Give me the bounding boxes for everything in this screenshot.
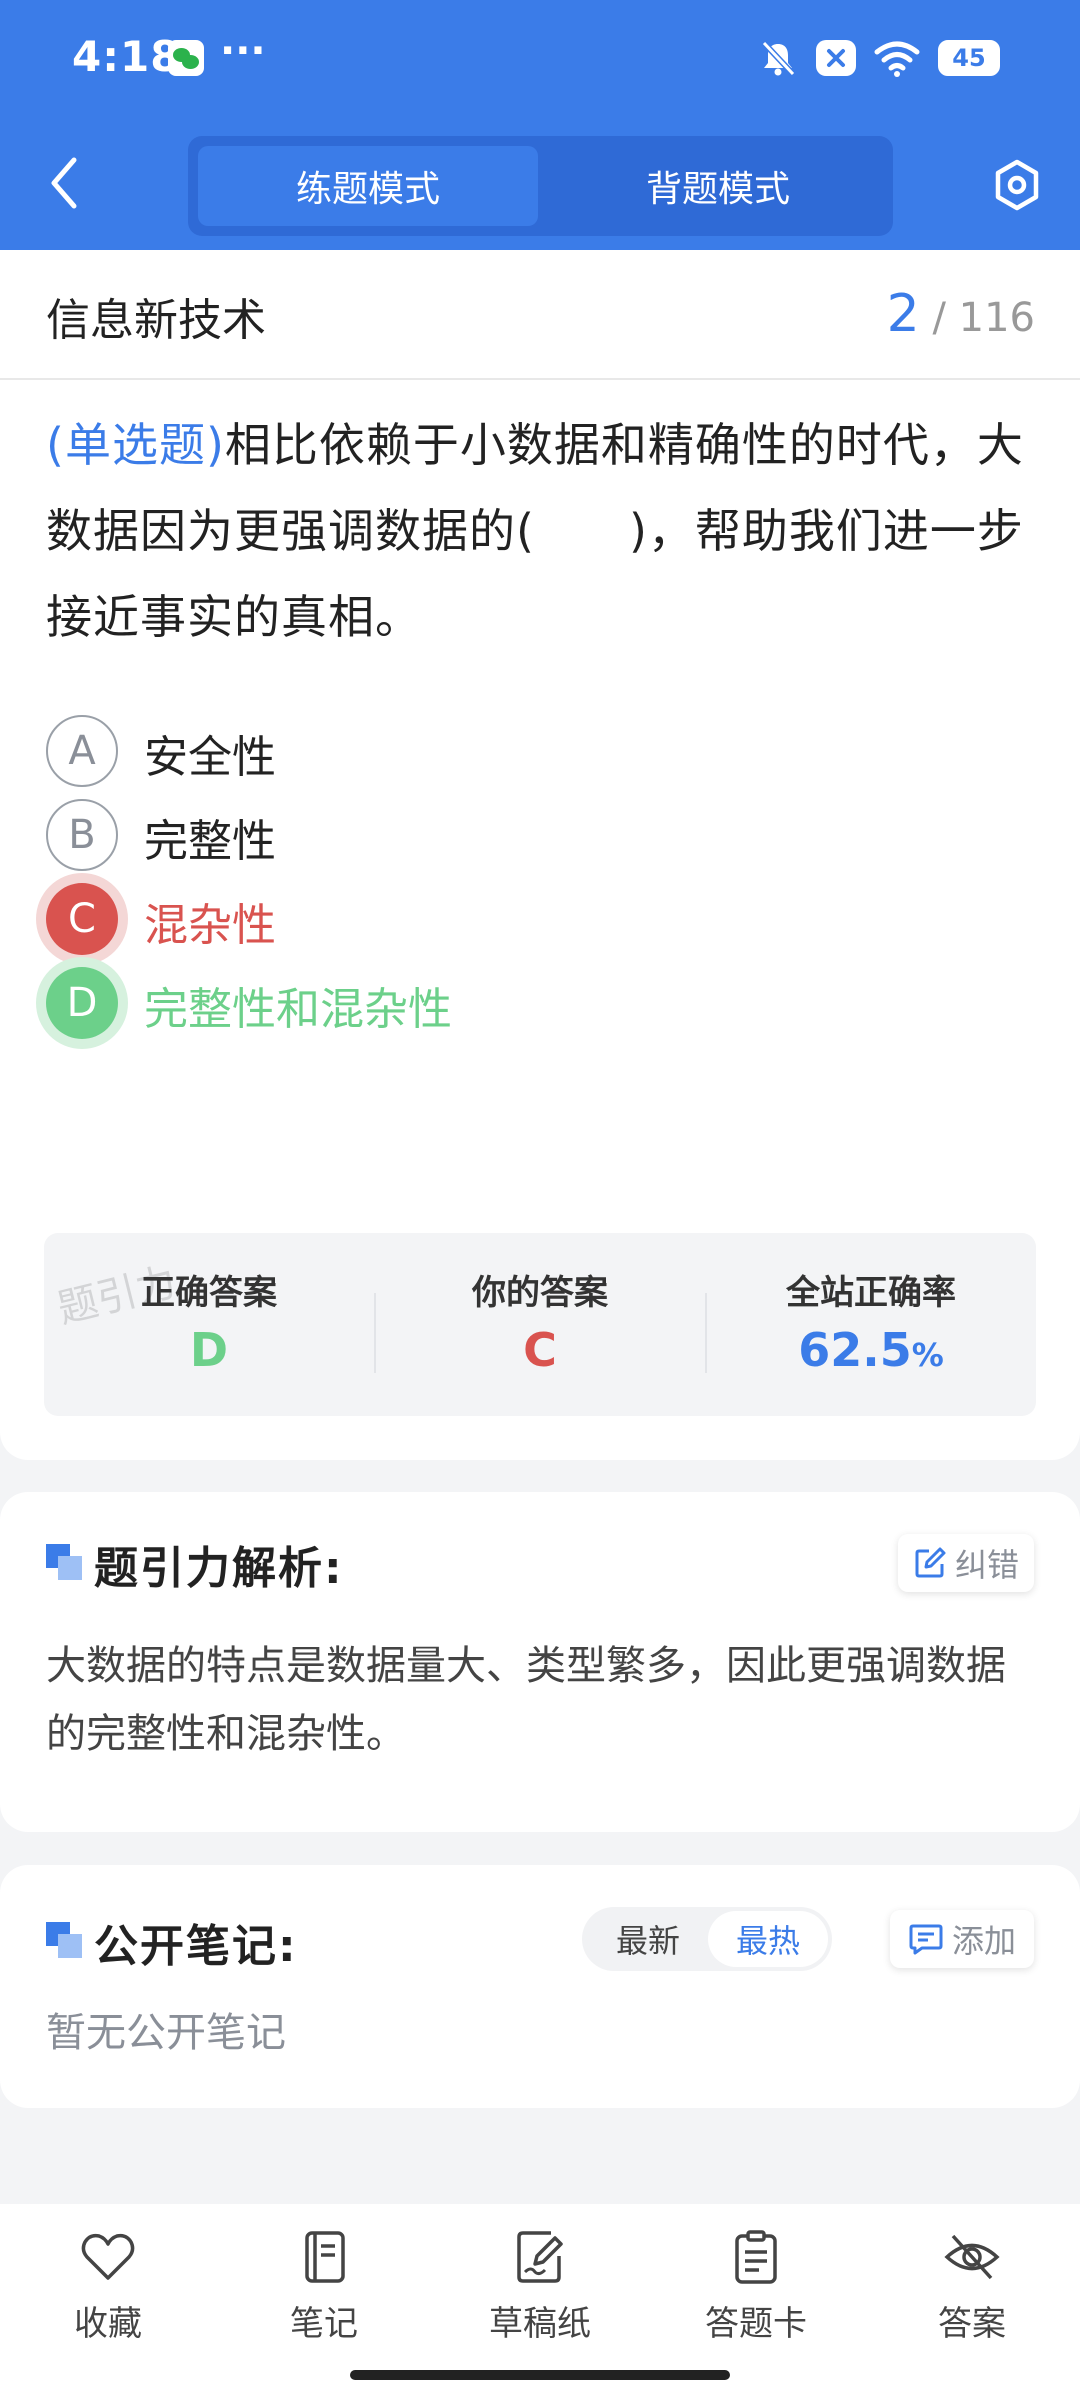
eye-off-icon [944, 2234, 1000, 2280]
battery-level: 45 [952, 44, 986, 72]
accuracy-unit: % [911, 1336, 944, 1374]
tab-scratch-paper[interactable]: 草稿纸 [470, 2228, 610, 2358]
back-button[interactable] [40, 150, 90, 216]
mode-switch: 练题模式 背题模式 [188, 136, 893, 236]
your-answer-stat: 你的答案 C [375, 1233, 705, 1416]
option-letter: B [46, 799, 118, 871]
accuracy-label: 全站正确率 [786, 1273, 956, 1313]
analysis-title: 题引力解析: [94, 1543, 344, 1594]
option-text: 安全性 [144, 732, 276, 783]
correct-answer-stat: 正确答案 D [44, 1233, 374, 1416]
section-icon [46, 1922, 82, 1958]
section-icon [46, 1544, 82, 1580]
accuracy-value: 62.5% [706, 1323, 1036, 1377]
question-card: 信息新技术 2 / 116 (单选题)相比依赖于小数据和精确性的时代，大数据因为… [0, 250, 1080, 1460]
tab-answer[interactable]: 答案 [902, 2228, 1042, 2358]
comment-icon [909, 1924, 943, 1955]
question-text: (单选题)相比依赖于小数据和精确性的时代，大数据因为更强调数据的( )，帮助我们… [46, 402, 1036, 660]
report-error-button[interactable]: 纠错 [898, 1534, 1034, 1592]
analysis-text: 大数据的特点是数据量大、类型繁多，因此更强调数据的完整性和混杂性。 [46, 1643, 1006, 1757]
topic-title: 信息新技术 [46, 295, 266, 346]
tab-label: 笔记 [290, 2304, 358, 2344]
tab-notes[interactable]: 笔记 [254, 2228, 394, 2358]
tab-label: 答案 [938, 2304, 1006, 2344]
sort-latest[interactable]: 最新 [588, 1911, 708, 1967]
tab-label: 收藏 [74, 2304, 142, 2344]
home-indicator[interactable] [350, 2370, 730, 2380]
add-note-button[interactable]: 添加 [890, 1910, 1034, 1968]
total-questions: / 116 [932, 295, 1035, 341]
option-letter: A [46, 715, 118, 787]
status-bar: 4:18 ··· 45 [0, 0, 1080, 120]
tab-label: 草稿纸 [489, 2304, 591, 2344]
report-error-label: 纠错 [954, 1546, 1019, 1584]
sort-hottest[interactable]: 最热 [708, 1911, 828, 1967]
more-notifications-icon: ··· [220, 28, 266, 74]
option-d[interactable]: D 完整性和混杂性 [46, 967, 946, 1043]
answer-stats: 题引力 正确答案 D 你的答案 C 全站正确率 62.5% [44, 1233, 1036, 1416]
battery-icon: 45 [938, 40, 1000, 76]
option-letter: C [46, 883, 118, 955]
option-text: 完整性 [144, 816, 276, 867]
option-a[interactable]: A 安全性 [46, 715, 946, 791]
accuracy-stat: 全站正确率 62.5% [706, 1233, 1036, 1416]
notes-sort-toggle: 最新 最热 [582, 1907, 832, 1971]
bell-off-icon [761, 40, 796, 77]
option-text: 混杂性 [144, 900, 276, 951]
tab-favorite[interactable]: 收藏 [38, 2228, 178, 2358]
current-question-number: 2 [886, 284, 920, 344]
wifi-icon [874, 41, 920, 77]
draft-pen-icon [517, 2231, 563, 2283]
option-c[interactable]: C 混杂性 [46, 883, 946, 959]
question-progress: 2 / 116 [887, 284, 1035, 344]
notebook-icon [305, 2231, 345, 2283]
accuracy-number: 62.5 [798, 1323, 912, 1377]
your-answer-label: 你的答案 [472, 1273, 608, 1313]
option-text: 完整性和混杂性 [144, 984, 452, 1035]
app-header: 4:18 ··· 45 练题模式 背题模式 [0, 0, 1080, 250]
add-note-label: 添加 [951, 1922, 1016, 1960]
settings-button[interactable] [990, 158, 1044, 212]
edit-icon [915, 1547, 946, 1578]
correct-answer-value: D [189, 1323, 229, 1377]
question-type: (单选题) [46, 418, 225, 472]
clipboard-icon [735, 2230, 777, 2284]
tab-practice-mode[interactable]: 练题模式 [198, 146, 538, 226]
public-notes-card: 公开笔记: 最新 最热 添加 暂无公开笔记 [0, 1865, 1080, 2108]
notes-empty-text: 暂无公开笔记 [46, 2010, 286, 2056]
heart-icon [81, 2233, 135, 2280]
tab-label: 答题卡 [705, 2304, 807, 2344]
option-b[interactable]: B 完整性 [46, 799, 946, 875]
option-letter: D [46, 967, 118, 1039]
status-time: 4:18 [72, 32, 181, 81]
analysis-card: 题引力解析: 纠错 大数据的特点是数据量大、类型繁多，因此更强调数据的完整性和混… [0, 1492, 1080, 1832]
your-answer-value: C [523, 1323, 557, 1377]
system-icons: 45 [758, 36, 1000, 80]
topic-bar: 信息新技术 2 / 116 [0, 250, 1080, 380]
tab-answer-sheet[interactable]: 答题卡 [686, 2228, 826, 2358]
close-box-icon [816, 40, 856, 76]
correct-answer-label: 正确答案 [141, 1273, 277, 1313]
wechat-notification-icon [168, 40, 204, 76]
notes-title: 公开笔记: [94, 1921, 298, 1972]
tab-memorize-mode[interactable]: 背题模式 [548, 146, 888, 226]
